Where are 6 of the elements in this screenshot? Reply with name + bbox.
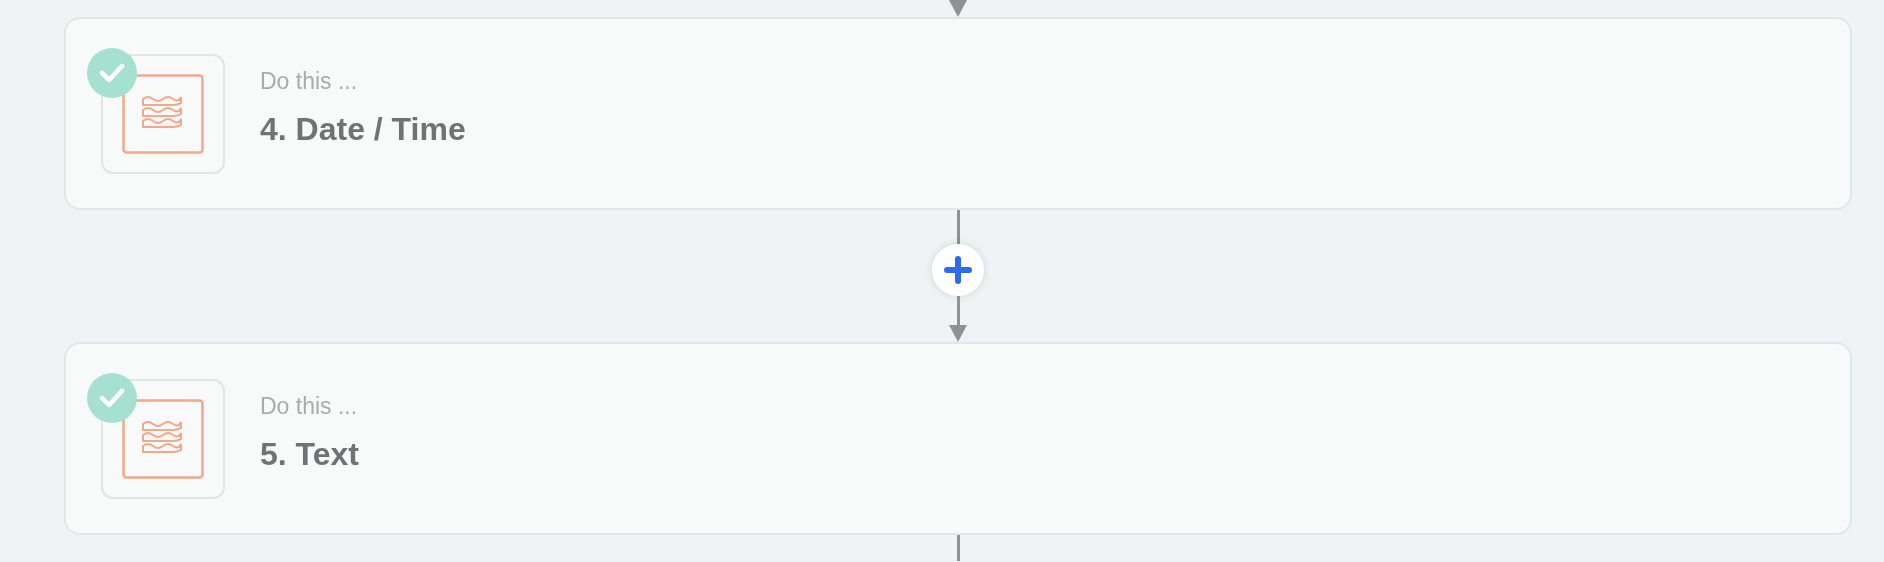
step-label: Do this ...	[260, 392, 359, 422]
step-title: 4. Date / Time	[260, 109, 466, 149]
step-card[interactable]: Do this ... 4. Date / Time	[64, 17, 1852, 210]
step-title: 5. Text	[260, 434, 359, 474]
step-label: Do this ...	[260, 67, 359, 97]
step-card[interactable]: Do this ... 5. Text	[64, 342, 1852, 535]
